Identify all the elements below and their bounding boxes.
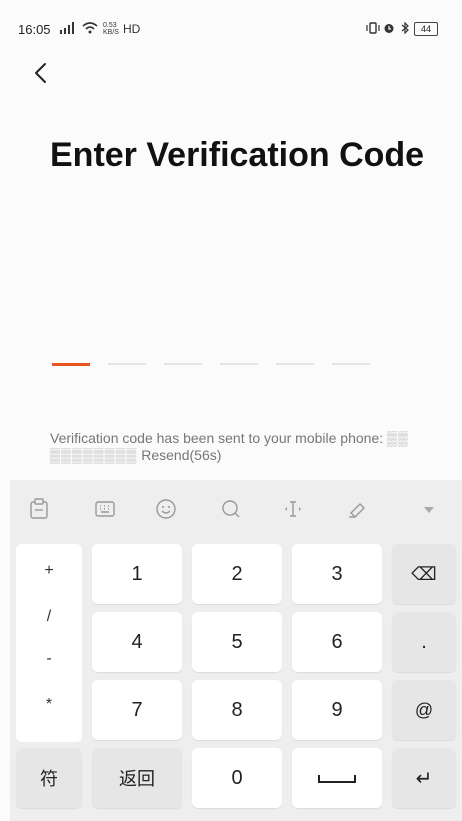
key-dot[interactable]: . [392, 612, 456, 672]
screen: 16:05 0.53 KB/S HD 44 Enter Verification… [0, 0, 462, 821]
code-slot-5[interactable] [276, 363, 314, 365]
back-key[interactable]: 返回 [92, 748, 182, 808]
key-at[interactable]: @ [392, 680, 456, 740]
wifi-icon [82, 22, 98, 34]
symbols-key[interactable]: 符 [16, 748, 82, 808]
key-4[interactable]: 4 [92, 612, 182, 672]
code-slot-6[interactable] [332, 363, 370, 365]
keyboard-toolbar [10, 480, 462, 536]
key-minus[interactable]: - [16, 650, 82, 668]
key-asterisk[interactable]: * [16, 696, 82, 714]
edit-icon[interactable] [344, 496, 370, 522]
vibrate-icon [366, 22, 380, 34]
search-icon[interactable] [218, 496, 244, 522]
code-slot-3[interactable] [164, 363, 202, 365]
enter-key[interactable]: ↵ [392, 748, 456, 808]
back-arrow-icon[interactable] [26, 58, 56, 88]
backspace-key[interactable]: ⌫ [392, 544, 456, 604]
code-slot-1[interactable] [52, 363, 90, 366]
cursor-icon[interactable] [280, 496, 306, 522]
numeric-keyboard: + / - * 1 2 3 4 5 6 7 8 9 ⌫ . @ 符 返回 0 ↵ [10, 480, 462, 821]
space-key[interactable] [292, 748, 382, 808]
emoji-icon[interactable] [153, 496, 179, 522]
clipboard-icon[interactable] [26, 496, 52, 522]
key-slash[interactable]: / [16, 608, 82, 626]
network-type: HD [123, 22, 141, 36]
keyboard-layout-icon[interactable] [92, 496, 118, 522]
bluetooth-icon [401, 22, 409, 34]
key-1[interactable]: 1 [92, 544, 182, 604]
code-input[interactable] [52, 363, 372, 367]
key-3[interactable]: 3 [292, 544, 382, 604]
sent-message-text: Verification code has been sent to your … [50, 430, 384, 446]
resend-link[interactable]: Resend(56s) [141, 447, 221, 463]
key-9[interactable]: 9 [292, 680, 382, 740]
signal-icon [60, 22, 74, 34]
code-slot-4[interactable] [220, 363, 258, 365]
sent-message: Verification code has been sent to your … [50, 430, 430, 464]
space-icon [318, 775, 356, 783]
key-2[interactable]: 2 [192, 544, 282, 604]
key-7[interactable]: 7 [92, 680, 182, 740]
battery-icon: 44 [414, 22, 438, 36]
key-8[interactable]: 8 [192, 680, 282, 740]
status-bar: 16:05 0.53 KB/S HD 44 [0, 0, 462, 37]
key-plus[interactable]: + [16, 562, 82, 580]
page-title: Enter Verification Code [50, 136, 425, 174]
net-speed: 0.53 KB/S [103, 22, 119, 36]
code-slot-2[interactable] [108, 363, 146, 365]
symbol-column: + / - * [16, 544, 82, 742]
collapse-icon[interactable] [416, 496, 442, 522]
status-time: 16:05 [18, 22, 51, 37]
key-0[interactable]: 0 [192, 748, 282, 808]
key-6[interactable]: 6 [292, 612, 382, 672]
key-5[interactable]: 5 [192, 612, 282, 672]
alarm-icon [384, 24, 394, 33]
